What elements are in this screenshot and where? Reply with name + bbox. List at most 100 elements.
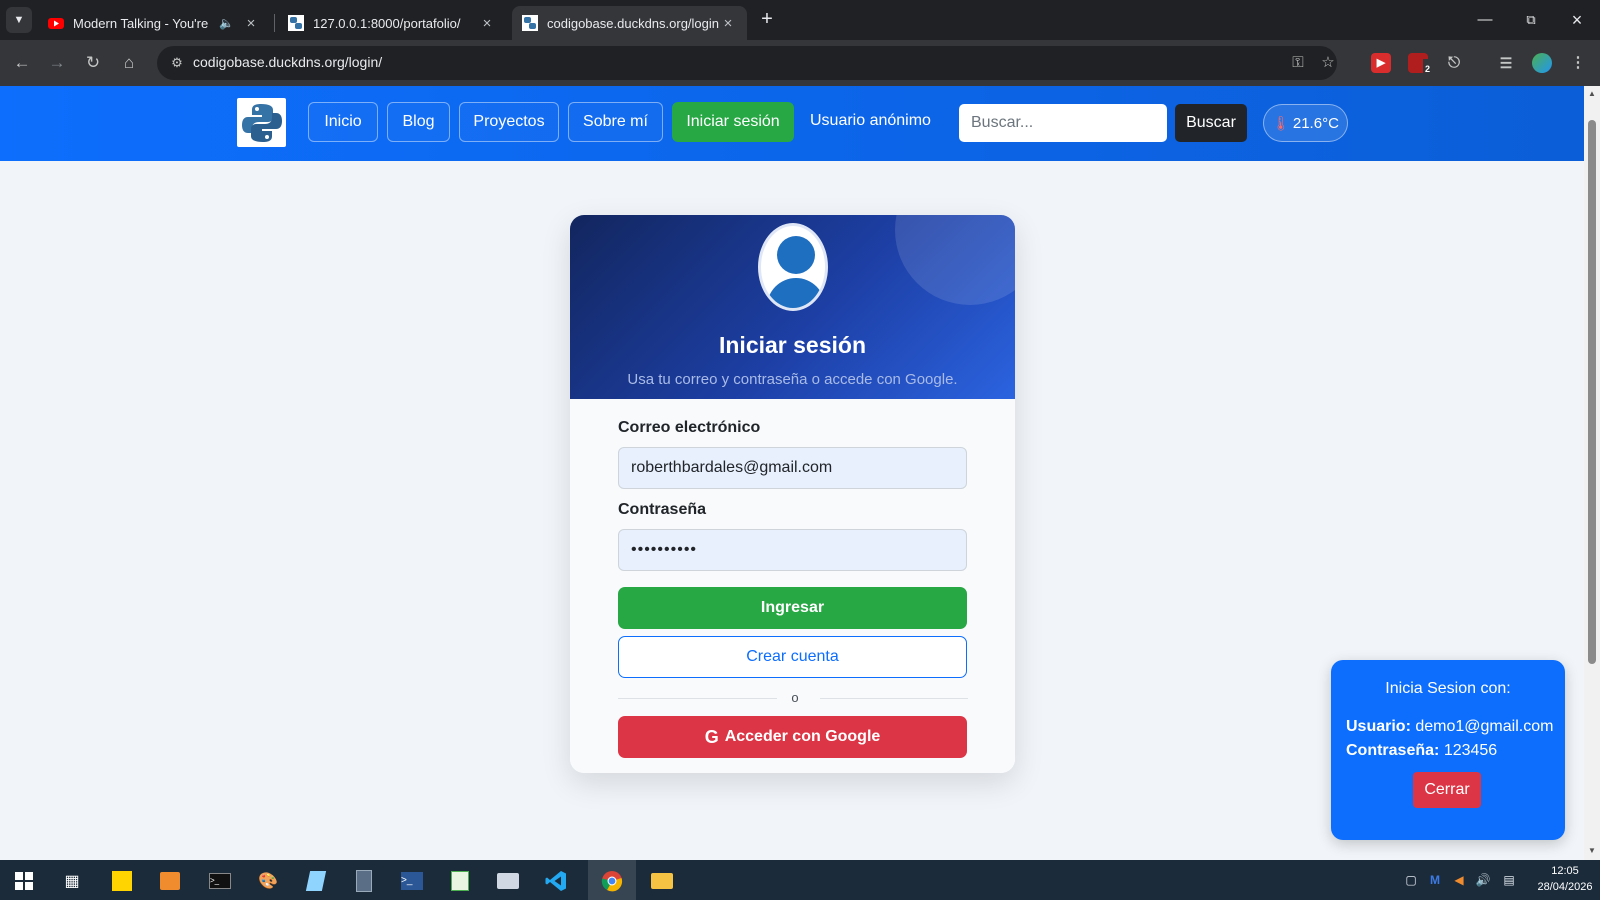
- password-field[interactable]: [618, 529, 967, 571]
- minimize-icon[interactable]: —: [1470, 8, 1500, 32]
- nav-link-inicio[interactable]: Inicio: [308, 102, 378, 142]
- tab-youtube[interactable]: Modern Talking - You're My 🔈 ×: [38, 6, 270, 40]
- nav-link-proyectos[interactable]: Proyectos: [459, 102, 559, 142]
- scroll-up-icon[interactable]: ▲: [1587, 89, 1597, 98]
- extensions-puzzle-icon[interactable]: ⎋: [1444, 53, 1464, 73]
- login-card-header: Iniciar sesión Usa tu correo y contraseñ…: [570, 215, 1015, 399]
- divider-text: o: [783, 690, 807, 705]
- password-label: Contraseña: [618, 501, 707, 518]
- mute-icon[interactable]: ◀: [1450, 871, 1468, 889]
- close-window-icon[interactable]: ×: [1562, 8, 1592, 32]
- popup-user-label: Usuario:: [1346, 718, 1411, 735]
- paint-icon[interactable]: 🎨: [248, 866, 288, 896]
- popup-user-line: Usuario: demo1@gmail.com: [1346, 718, 1553, 736]
- extension-badge-icon[interactable]: 2: [1408, 53, 1432, 79]
- divider-line-left: [618, 698, 777, 699]
- extension-red-icon[interactable]: ▶: [1371, 53, 1391, 73]
- media-player-icon[interactable]: [150, 866, 190, 896]
- back-icon[interactable]: ←: [9, 50, 35, 76]
- network-icon[interactable]: ▤: [1500, 871, 1518, 889]
- antivirus-icon[interactable]: M: [1426, 871, 1444, 889]
- url-text[interactable]: codigobase.duckdns.org/login/: [193, 54, 382, 70]
- file-explorer-icon[interactable]: [642, 866, 682, 896]
- python-logo[interactable]: [237, 98, 286, 147]
- tablet-mode-icon[interactable]: ▢: [1402, 871, 1420, 889]
- page-scrollbar[interactable]: ▲ ▼: [1584, 86, 1600, 860]
- sticky-notes-icon[interactable]: [102, 866, 142, 896]
- divider-line-right: [820, 698, 968, 699]
- google-icon: G: [704, 726, 719, 747]
- close-tab-icon[interactable]: ×: [242, 15, 260, 32]
- site-navbar: Inicio Blog Proyectos Sobre mí Iniciar s…: [0, 86, 1584, 161]
- youtube-icon: [48, 18, 64, 29]
- create-account-button[interactable]: Crear cuenta: [618, 636, 967, 678]
- nav-login-button[interactable]: Iniciar sesión: [672, 102, 794, 142]
- browser-toolbar: ← → ↻ ⌂ ⚙ codigobase.duckdns.org/login/ …: [0, 40, 1600, 86]
- scrollbar-thumb[interactable]: [1588, 120, 1596, 664]
- vscode-icon[interactable]: [536, 866, 576, 896]
- forward-icon[interactable]: →: [44, 50, 70, 76]
- tab-login[interactable]: codigobase.duckdns.org/login/ ×: [512, 6, 747, 40]
- popup-pass-label: Contraseña:: [1346, 742, 1440, 759]
- popup-close-button[interactable]: Cerrar: [1413, 772, 1481, 808]
- python-logo-icon: [241, 103, 282, 142]
- reload-icon[interactable]: ↻: [80, 50, 106, 76]
- volume-icon[interactable]: 🔊: [1474, 871, 1492, 889]
- search-button[interactable]: Buscar: [1175, 104, 1247, 142]
- speaker-icon[interactable]: 🔈: [219, 16, 234, 30]
- bookmark-star-icon[interactable]: ☆: [1317, 53, 1339, 73]
- powershell-icon[interactable]: >_: [392, 866, 432, 896]
- close-tab-icon[interactable]: ×: [719, 15, 737, 32]
- windows-logo-icon: [15, 872, 33, 890]
- tab-search-chevron-icon[interactable]: ▼: [6, 7, 32, 33]
- browser-tab-bar: ▼ Modern Talking - You're My 🔈 × 127.0.0…: [0, 0, 1600, 40]
- google-login-label: Acceder con Google: [724, 728, 881, 745]
- start-button[interactable]: [4, 866, 44, 896]
- site-info-icon[interactable]: ⚙: [167, 53, 187, 73]
- login-subtitle: Usa tu correo y contraseña o accede con …: [627, 371, 958, 388]
- system-clock[interactable]: 12:05 28/04/2026: [1530, 863, 1600, 895]
- email-field[interactable]: [618, 447, 967, 489]
- popup-title: Inicia Sesion con:: [1385, 680, 1511, 697]
- nav-link-sobre-mi[interactable]: Sobre mí: [568, 102, 663, 142]
- computer-management-icon[interactable]: [488, 866, 528, 896]
- search-input[interactable]: [959, 104, 1167, 142]
- scroll-down-icon[interactable]: ▼: [1587, 846, 1597, 855]
- google-login-button[interactable]: G Acceder con Google: [618, 716, 967, 758]
- address-bar[interactable]: ⚙ codigobase.duckdns.org/login/ ⚿ ☆: [157, 46, 1337, 80]
- popup-pass-value: 123456: [1443, 742, 1498, 759]
- chrome-logo-icon: [601, 871, 623, 892]
- anonymous-user-label: Usuario anónimo: [810, 112, 931, 129]
- login-title: Iniciar sesión: [718, 332, 866, 358]
- key-icon[interactable]: ⚿: [1287, 53, 1309, 73]
- nav-link-blog[interactable]: Blog: [387, 102, 450, 142]
- thermometer-icon: 🌡: [1272, 114, 1290, 131]
- media-control-icon[interactable]: ☰: [1496, 53, 1516, 73]
- python-favicon-icon: [522, 15, 538, 31]
- tab-title: codigobase.duckdns.org/login/: [547, 15, 719, 31]
- spreadsheet-icon[interactable]: [440, 866, 480, 896]
- tab-portafolio[interactable]: 127.0.0.1:8000/portafolio/ ×: [278, 6, 506, 40]
- tab-title: 127.0.0.1:8000/portafolio/: [313, 15, 461, 31]
- terminal-icon[interactable]: >_: [200, 866, 240, 896]
- tab-separator: [274, 14, 275, 32]
- task-view-icon[interactable]: ▦: [52, 866, 92, 896]
- close-tab-icon[interactable]: ×: [478, 15, 496, 32]
- email-label: Correo electrónico: [618, 419, 761, 436]
- popup-user-value: demo1@gmail.com: [1415, 718, 1554, 735]
- notepad-icon[interactable]: [296, 866, 336, 896]
- new-tab-icon[interactable]: +: [756, 9, 778, 31]
- chrome-icon[interactable]: [592, 866, 632, 896]
- profile-avatar[interactable]: [1532, 53, 1552, 73]
- login-submit-button[interactable]: Ingresar: [618, 587, 967, 629]
- home-icon[interactable]: ⌂: [116, 50, 142, 76]
- browser-menu-icon[interactable]: ⋮: [1568, 53, 1588, 73]
- user-avatar-icon: [758, 223, 828, 311]
- extension-badge-count: 2: [1422, 59, 1432, 79]
- demo-credentials-popup: Inicia Sesion con: Usuario: demo1@gmail.…: [1331, 660, 1565, 840]
- clock-date: 28/04/2026: [1537, 881, 1593, 893]
- temperature-value: 21.6°C: [1292, 114, 1339, 132]
- windows-taskbar: ▦ >_ 🎨 >_ ▢ M ◀ 🔊 ▤ 12:05 28/04/2026: [0, 860, 1600, 900]
- calculator-icon[interactable]: [344, 866, 384, 896]
- restore-icon[interactable]: ⧉: [1516, 8, 1546, 32]
